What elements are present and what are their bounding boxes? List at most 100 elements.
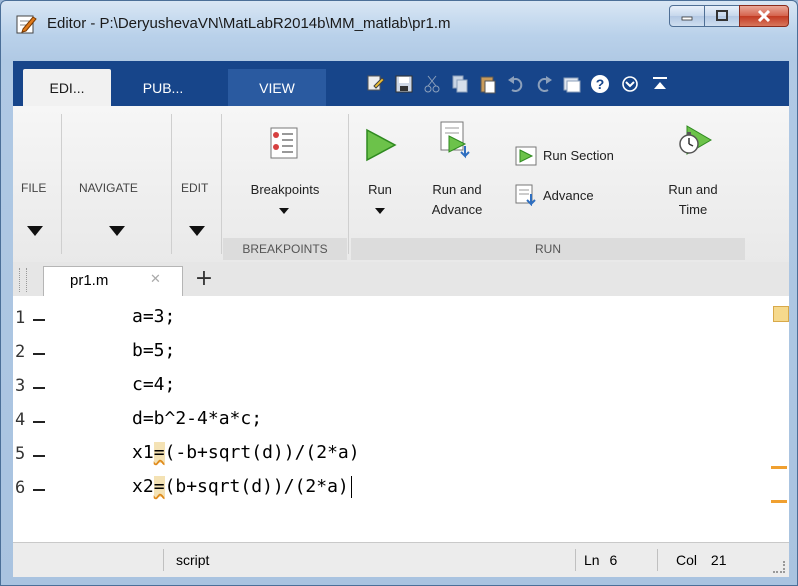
minimize-icon bbox=[681, 16, 693, 21]
chevron-down-icon bbox=[27, 226, 43, 236]
code-token: (b+sqrt(d))/(2*a) bbox=[164, 476, 349, 497]
code-line[interactable]: 2 b=5; bbox=[13, 336, 773, 370]
warning-status-indicator[interactable] bbox=[773, 306, 789, 322]
title-bar[interactable]: Editor - P:\DeryushevaVN\MatLabR2014b\MM… bbox=[1, 1, 797, 45]
run-section-button[interactable]: Run Section bbox=[511, 140, 649, 172]
maximize-button[interactable] bbox=[704, 5, 740, 27]
line-number: 3 bbox=[15, 376, 26, 396]
run-and-advance-label-1: Run and bbox=[432, 182, 482, 197]
code-text[interactable]: c=4; bbox=[132, 374, 175, 395]
svg-text:?: ? bbox=[596, 76, 605, 92]
warning-marker[interactable] bbox=[771, 466, 787, 469]
edit-group[interactable]: EDIT bbox=[173, 106, 219, 262]
run-and-time-label-2: Time bbox=[678, 202, 708, 217]
warning-highlight[interactable]: = bbox=[153, 476, 165, 497]
tab-pr1-m[interactable]: pr1.m ✕ bbox=[43, 266, 183, 296]
paste-icon[interactable] bbox=[475, 71, 501, 97]
code-line[interactable]: 4 d=b^2-4*a*c; bbox=[13, 404, 773, 438]
warning-highlight[interactable]: = bbox=[153, 442, 165, 463]
line-number: 5 bbox=[15, 444, 26, 464]
minimize-button[interactable] bbox=[669, 5, 705, 27]
separator bbox=[171, 114, 172, 254]
code-line[interactable]: 6 x2=(b+sqrt(d))/(2*a) bbox=[13, 472, 773, 506]
tab-view[interactable]: VIEW bbox=[228, 69, 326, 106]
close-window-button[interactable] bbox=[739, 5, 789, 27]
code-token: x1 bbox=[132, 442, 154, 463]
code-text[interactable]: x1=(-b+sqrt(d))/(2*a) bbox=[132, 442, 360, 463]
code-line[interactable]: 5 x1=(-b+sqrt(d))/(2*a) bbox=[13, 438, 773, 472]
run-group-caption: RUN bbox=[351, 238, 745, 260]
minimize-ribbon-icon[interactable] bbox=[647, 71, 673, 97]
edit-label: EDIT bbox=[181, 181, 209, 195]
breakpoint-marker[interactable] bbox=[33, 421, 45, 423]
undo-icon[interactable] bbox=[503, 71, 529, 97]
file-label: FILE bbox=[21, 181, 47, 195]
help-icon[interactable]: ? bbox=[587, 71, 613, 97]
chevron-down-icon bbox=[189, 226, 205, 236]
status-bar: script Ln 6 Col 21 bbox=[13, 542, 789, 577]
column-indicator: Col 21 bbox=[657, 549, 772, 571]
chevron-down-icon bbox=[375, 208, 385, 214]
col-label: Col bbox=[676, 552, 698, 568]
cut-icon[interactable] bbox=[419, 71, 445, 97]
ln-label: Ln bbox=[584, 552, 600, 568]
breakpoint-marker[interactable] bbox=[33, 319, 45, 321]
drag-handle[interactable] bbox=[19, 268, 27, 292]
breakpoint-marker[interactable] bbox=[33, 455, 45, 457]
editor-window: Editor - P:\DeryushevaVN\MatLabR2014b\MM… bbox=[0, 0, 798, 586]
redo-icon[interactable] bbox=[531, 71, 557, 97]
line-number: 2 bbox=[15, 342, 26, 362]
close-icon[interactable]: ✕ bbox=[150, 272, 161, 287]
maximize-icon bbox=[716, 10, 728, 21]
code-text[interactable]: b=5; bbox=[132, 340, 175, 361]
save-icon[interactable] bbox=[391, 71, 417, 97]
new-script-icon[interactable] bbox=[363, 71, 389, 97]
text-cursor bbox=[350, 476, 352, 498]
code-line[interactable]: 3 c=4; bbox=[13, 370, 773, 404]
copy-icon[interactable] bbox=[447, 71, 473, 97]
run-and-time-icon bbox=[679, 125, 712, 155]
code-text[interactable]: d=b^2-4*a*c; bbox=[132, 408, 262, 429]
breakpoint-marker[interactable] bbox=[33, 489, 45, 491]
run-section-icon bbox=[515, 146, 537, 166]
expand-options-icon[interactable] bbox=[617, 71, 643, 97]
breakpoints-label: Breakpoints bbox=[250, 182, 320, 197]
run-label: Run bbox=[368, 182, 392, 197]
ribbon-toolbar: FILE NAVIGATE EDIT Breakpoints BREAKPOIN… bbox=[13, 106, 789, 263]
advance-button[interactable]: Advance bbox=[511, 180, 649, 212]
line-number: 6 bbox=[15, 478, 26, 498]
ln-value: 6 bbox=[609, 552, 618, 568]
run-and-advance-icon bbox=[440, 121, 470, 159]
code-text[interactable]: a=3; bbox=[132, 306, 175, 327]
file-group[interactable]: FILE bbox=[13, 106, 59, 262]
advance-icon bbox=[515, 184, 536, 206]
editor-app-icon bbox=[16, 15, 37, 34]
breakpoint-marker[interactable] bbox=[33, 353, 45, 355]
line-number: 4 bbox=[15, 410, 26, 430]
resize-grip[interactable] bbox=[773, 561, 785, 573]
code-text[interactable]: x2=(b+sqrt(d))/(2*a) bbox=[132, 476, 352, 498]
navigate-group[interactable]: NAVIGATE bbox=[65, 106, 169, 262]
line-indicator: Ln 6 bbox=[575, 549, 654, 571]
switch-windows-icon[interactable] bbox=[559, 71, 585, 97]
code-token: x2 bbox=[132, 476, 154, 497]
code-token: (-b+sqrt(d))/(2*a) bbox=[164, 442, 360, 463]
window-title: Editor - P:\DeryushevaVN\MatLabR2014b\MM… bbox=[47, 15, 451, 32]
run-and-time-label-1: Run and bbox=[668, 182, 718, 197]
add-tab-button[interactable]: + bbox=[189, 264, 219, 294]
col-value: 21 bbox=[710, 552, 727, 568]
code-line[interactable]: 1 a=3; bbox=[13, 302, 773, 336]
file-type-indicator: script bbox=[163, 549, 576, 571]
tab-publish[interactable]: PUB... bbox=[113, 69, 213, 106]
advance-label: Advance bbox=[543, 188, 594, 203]
separator bbox=[348, 114, 349, 254]
chevron-down-icon bbox=[279, 208, 289, 214]
breakpoints-icon bbox=[270, 127, 298, 159]
warning-marker[interactable] bbox=[771, 500, 787, 503]
tab-editor[interactable]: EDI... bbox=[23, 69, 111, 106]
breakpoints-group-caption: BREAKPOINTS bbox=[223, 238, 347, 260]
breakpoint-marker[interactable] bbox=[33, 387, 45, 389]
run-section-label: Run Section bbox=[543, 148, 614, 163]
code-editor[interactable]: 1 a=3; 2 b=5; 3 c=4; 4 d=b^2-4*a*c; 5 x1… bbox=[13, 296, 789, 542]
run-icon bbox=[366, 128, 397, 162]
